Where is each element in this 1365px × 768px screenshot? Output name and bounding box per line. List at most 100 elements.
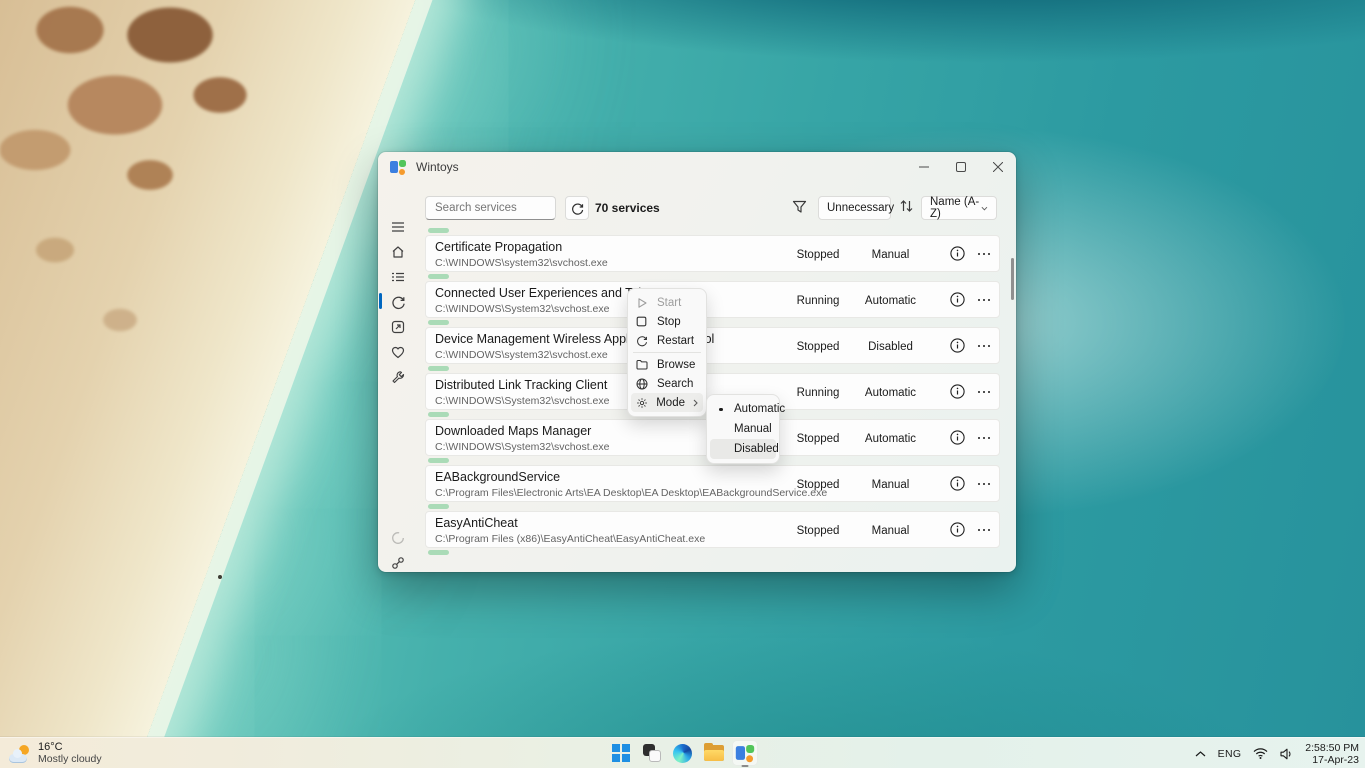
weather-temperature: 16°C <box>38 742 102 754</box>
info-icon[interactable] <box>950 430 965 445</box>
menu-item-search[interactable]: Search <box>631 374 703 393</box>
selected-bullet-icon <box>719 408 723 412</box>
more-options-icon[interactable] <box>975 292 993 308</box>
sidebar-item-startup[interactable] <box>378 316 418 338</box>
sidebar-item-services[interactable] <box>378 291 418 313</box>
info-icon[interactable] <box>950 338 965 353</box>
task-view-icon <box>643 744 661 762</box>
more-options-icon[interactable] <box>975 384 993 400</box>
menu-item-label: Restart <box>657 335 694 347</box>
desktop: Wintoys <box>0 0 1365 768</box>
service-tag <box>428 366 449 371</box>
title-bar[interactable]: Wintoys <box>378 152 1016 182</box>
info-icon[interactable] <box>950 292 965 307</box>
service-name: EasyAntiCheat <box>435 516 518 530</box>
filter-dropdown[interactable]: Unnecessary <box>818 196 891 220</box>
service-mode: Automatic <box>848 420 933 457</box>
chevron-right-icon <box>693 399 698 407</box>
sidebar-item-links[interactable] <box>378 552 418 572</box>
service-mode: Disabled <box>848 328 933 365</box>
sort-dropdown-value: Name (A-Z) <box>930 196 981 220</box>
start-button[interactable] <box>608 740 634 766</box>
service-tag <box>428 504 449 509</box>
service-row[interactable]: EasyAntiCheat C:\Program Files (x86)\Eas… <box>425 511 1000 548</box>
clock-date: 17-Apr-23 <box>1305 754 1359 766</box>
stop-icon <box>636 316 649 327</box>
hamburger-menu-icon[interactable] <box>378 216 418 238</box>
service-status: Stopped <box>778 420 858 457</box>
service-tag <box>428 274 449 279</box>
menu-item-restart[interactable]: Restart <box>631 331 703 350</box>
refresh-button[interactable] <box>565 196 589 220</box>
menu-item-label: Start <box>657 297 681 309</box>
service-path: C:\WINDOWS\System32\svchost.exe <box>435 441 609 453</box>
submenu-item-disabled[interactable]: Disabled <box>710 439 776 459</box>
mode-submenu: Automatic Manual Disabled <box>706 394 780 464</box>
service-tag <box>428 228 449 233</box>
window-title: Wintoys <box>416 160 459 174</box>
service-context-menu: Start Stop Restart Browse Search Mode <box>627 288 707 417</box>
service-row[interactable]: Device Management Wireless Application P… <box>425 327 1000 364</box>
scrollbar-thumb[interactable] <box>1011 258 1014 300</box>
more-options-icon[interactable] <box>975 338 993 354</box>
menu-item-label: Search <box>657 378 693 390</box>
task-view-button[interactable] <box>639 740 665 766</box>
taskbar-weather-widget[interactable]: 16°C Mostly cloudy <box>9 738 102 768</box>
info-icon[interactable] <box>950 384 965 399</box>
search-input[interactable]: Search services <box>425 196 556 220</box>
info-icon[interactable] <box>950 476 965 491</box>
service-row[interactable]: Connected User Experiences and Telemetry… <box>425 281 1000 318</box>
menu-item-stop[interactable]: Stop <box>631 312 703 331</box>
menu-item-start[interactable]: Start <box>631 293 703 312</box>
menu-item-mode[interactable]: Mode <box>631 393 703 412</box>
sort-icon[interactable] <box>900 199 913 213</box>
menu-divider <box>633 352 701 353</box>
service-status: Stopped <box>778 236 858 273</box>
maximize-button[interactable] <box>953 159 969 175</box>
weather-icon <box>9 745 31 763</box>
service-tag <box>428 550 449 555</box>
service-row[interactable]: Certificate Propagation C:\WINDOWS\syste… <box>425 235 1000 272</box>
sidebar-item-home[interactable] <box>378 241 418 263</box>
info-icon[interactable] <box>950 522 965 537</box>
menu-item-label: Stop <box>657 316 681 328</box>
filter-icon[interactable] <box>792 200 807 214</box>
more-options-icon[interactable] <box>975 430 993 446</box>
taskbar-clock[interactable]: 2:58:50 PM 17-Apr-23 <box>1305 742 1359 766</box>
volume-icon[interactable] <box>1280 748 1293 760</box>
service-status: Running <box>778 282 858 319</box>
service-path: C:\WINDOWS\system32\svchost.exe <box>435 349 608 361</box>
tray-chevron-up-icon[interactable] <box>1195 751 1206 757</box>
more-options-icon[interactable] <box>975 522 993 538</box>
minimize-button[interactable] <box>916 159 932 175</box>
service-tag <box>428 320 449 325</box>
more-options-icon[interactable] <box>975 246 993 262</box>
language-indicator[interactable]: ENG <box>1218 748 1242 760</box>
wintoys-taskbar-button[interactable] <box>732 740 758 766</box>
restart-icon <box>636 335 649 347</box>
sidebar-item-apps[interactable] <box>378 266 418 288</box>
service-row[interactable]: EABackgroundService C:\Program Files\Ele… <box>425 465 1000 502</box>
sidebar-item-health[interactable] <box>378 341 418 363</box>
gear-icon <box>636 397 648 409</box>
edge-button[interactable] <box>670 740 696 766</box>
wintoys-logo-icon <box>735 744 753 762</box>
wifi-icon[interactable] <box>1253 748 1268 759</box>
file-explorer-button[interactable] <box>701 740 727 766</box>
services-count: 70 services <box>595 196 660 220</box>
service-status: Stopped <box>778 328 858 365</box>
submenu-item-manual[interactable]: Manual <box>710 419 776 439</box>
submenu-item-automatic[interactable]: Automatic <box>710 399 776 419</box>
close-button[interactable] <box>990 159 1006 175</box>
service-path: C:\Program Files (x86)\EasyAntiCheat\Eas… <box>435 533 705 545</box>
sidebar-item-tweaks[interactable] <box>378 366 418 388</box>
sort-dropdown[interactable]: Name (A-Z) <box>921 196 997 220</box>
more-options-icon[interactable] <box>975 476 993 492</box>
info-icon[interactable] <box>950 246 965 261</box>
menu-item-browse[interactable]: Browse <box>631 355 703 374</box>
submenu-item-label: Manual <box>734 423 772 435</box>
service-mode: Manual <box>848 512 933 549</box>
chevron-down-icon <box>981 206 988 211</box>
service-path: C:\WINDOWS\system32\svchost.exe <box>435 257 608 269</box>
service-path: C:\WINDOWS\System32\svchost.exe <box>435 395 609 407</box>
